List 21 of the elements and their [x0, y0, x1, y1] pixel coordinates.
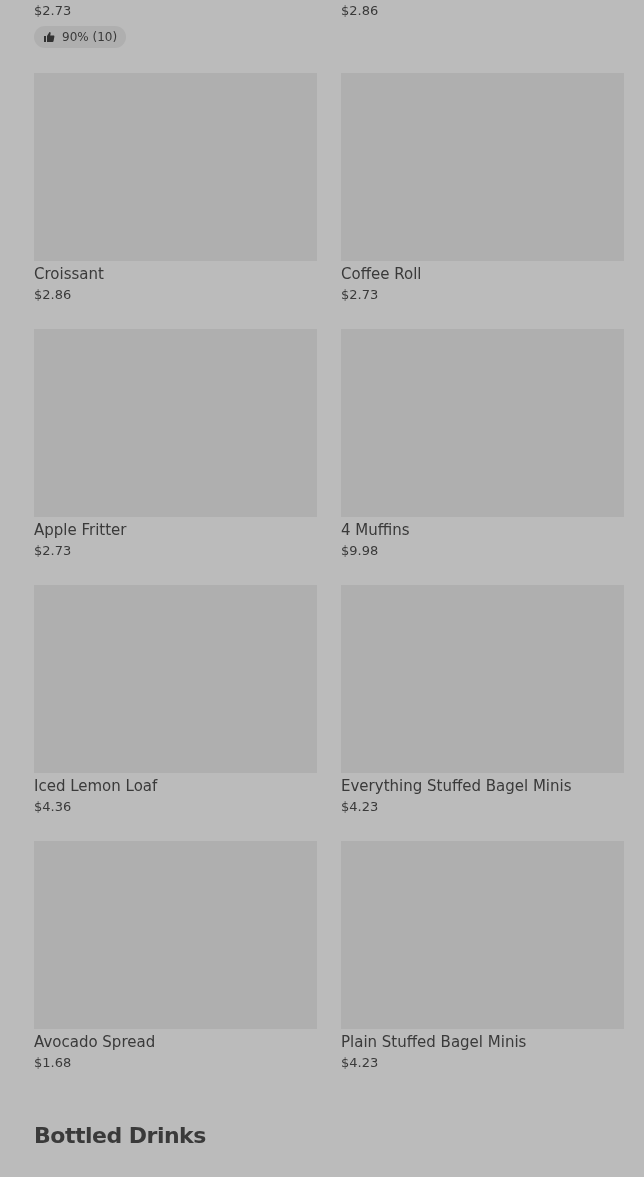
item-name[interactable]: 4 Muffins — [341, 519, 410, 541]
item-name[interactable]: Coffee Roll — [341, 263, 422, 285]
thumbs-up-icon — [43, 31, 55, 43]
item-price: $2.86 — [34, 286, 72, 304]
item-name[interactable]: Apple Fritter — [34, 519, 127, 541]
item-name[interactable]: Iced Lemon Loaf — [34, 775, 158, 797]
item-price: $1.68 — [34, 1054, 72, 1072]
section-heading: Bottled Drinks — [34, 1122, 207, 1150]
item-name[interactable]: Avocado Spread — [34, 1031, 156, 1053]
item-price: $2.73 — [341, 286, 379, 304]
item-name[interactable]: Croissant — [34, 263, 104, 285]
item-price: $4.23 — [341, 1054, 379, 1072]
item-price: $2.73 — [34, 2, 72, 20]
item-name[interactable]: Plain Stuffed Bagel Minis — [341, 1031, 527, 1053]
item-price: $9.98 — [341, 542, 379, 560]
item-price: $2.86 — [341, 2, 379, 20]
rating-badge: 90% (10) — [34, 26, 127, 48]
item-name[interactable]: Everything Stuffed Bagel Minis — [341, 775, 572, 797]
item-price: $2.73 — [34, 542, 72, 560]
item-price: $4.36 — [34, 798, 72, 816]
item-price: $4.23 — [341, 798, 379, 816]
